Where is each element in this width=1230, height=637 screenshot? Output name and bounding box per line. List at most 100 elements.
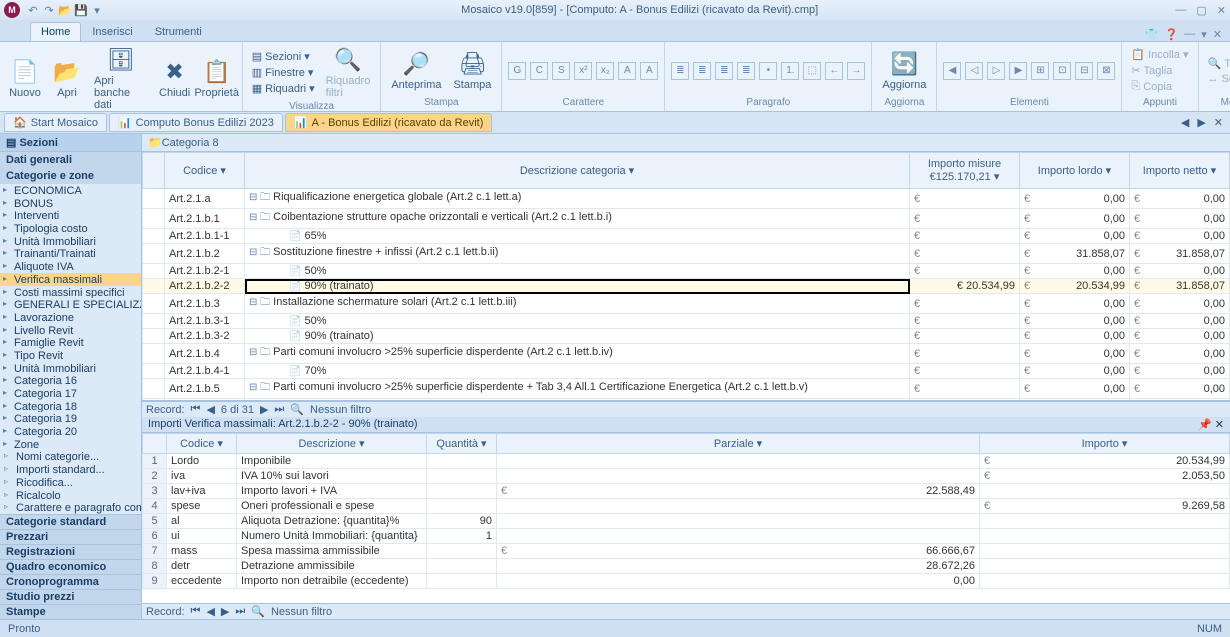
grid-row[interactable]: Art.2.1.a ⊟ 🗀Riqualificazione energetica… (143, 189, 1230, 209)
ribbon-button[interactable]: 📂Apri (48, 56, 86, 101)
subnav-filter-icon[interactable]: 🔍 (251, 605, 265, 618)
detail-row[interactable]: 2ivaIVA 10% sui lavori €2.053,50 (143, 469, 1230, 484)
detail-row[interactable]: 7massSpesa massima ammissibile €66.666,6… (143, 544, 1230, 559)
sidebar-item[interactable]: Tipologia costo (0, 222, 141, 235)
elem-button[interactable]: ⊟ (1075, 62, 1093, 80)
ribbon-button[interactable]: ✂Taglia (1128, 63, 1191, 78)
subcol-parz[interactable]: Parziale ▾ (497, 434, 980, 454)
ribbon-button[interactable]: 📋Proprietà (198, 56, 236, 101)
nav-last-icon[interactable]: ⏭ (274, 403, 284, 416)
sidebar-section[interactable]: Categorie e zone (0, 168, 141, 184)
nav-prev-icon[interactable]: ◀ (206, 403, 214, 416)
elem-button[interactable]: ⊡ (1053, 62, 1071, 80)
para-button[interactable]: ≣ (737, 62, 755, 80)
col-misure[interactable]: Importo misure€125.170,21 ▾ (910, 153, 1020, 189)
ribbon-button[interactable]: ▤Sezioni ▾ (249, 49, 318, 64)
grid-row[interactable]: Art.2.1.b.4 ⊟ 🗀Parti comuni involucro >2… (143, 344, 1230, 364)
grid-row[interactable]: Art.2.1.b.3 ⊟ 🗀Installazione schermature… (143, 294, 1230, 314)
detail-row[interactable]: 4speseOneri professionali e spese €9.269… (143, 499, 1230, 514)
doc-tab-control[interactable]: ▶ (1194, 116, 1208, 129)
detail-row[interactable]: 9eccedenteImporto non detraibile (eccede… (143, 574, 1230, 589)
para-button[interactable]: • (759, 62, 777, 80)
qat-button[interactable]: 💾 (74, 3, 88, 17)
doc-tab-control[interactable]: ◀ (1178, 116, 1192, 129)
nav-first-icon[interactable]: ⏮ (191, 403, 201, 416)
subcol-imp[interactable]: Importo ▾ (980, 434, 1230, 454)
grid-row[interactable]: Art.2.1.b.1-1 📄65% €0,00 €0,00 (143, 229, 1230, 244)
sidebar-item[interactable]: Costi massimi specifici (0, 286, 141, 299)
sidebar-item[interactable]: Zone (0, 438, 141, 451)
char-button[interactable]: x₂ (596, 62, 614, 80)
ribbon-button[interactable]: 🔎Anteprima (387, 48, 445, 93)
char-button[interactable]: A (618, 62, 636, 80)
col-netto[interactable]: Importo netto ▾ (1130, 153, 1230, 189)
window-button[interactable]: ▢ (1196, 4, 1206, 17)
qat-button[interactable]: 📂 (58, 3, 72, 17)
ribbon-help-icon[interactable]: 👕 (1145, 28, 1159, 41)
sidebar-command[interactable]: Nomi categorie... (0, 450, 141, 463)
ribbon-button[interactable]: 🖨Stampa (449, 48, 495, 93)
ribbon-tab[interactable]: Strumenti (144, 22, 213, 41)
document-tab[interactable]: 📊Computo Bonus Edilizi 2023 (109, 113, 283, 132)
nav-filter-icon[interactable]: 🔍 (290, 403, 304, 416)
doc-tab-control[interactable]: ✕ (1211, 116, 1226, 129)
grid-row[interactable]: Art.2.1.b.2-1 📄50% €0,00 €0,00 (143, 264, 1230, 279)
sidebar-item[interactable]: Categoria 20 (0, 425, 141, 438)
refresh-button[interactable]: 🔄Aggiorna (878, 48, 930, 93)
col-codice[interactable]: Codice ▾ (165, 153, 245, 189)
ribbon-button[interactable]: 🗄Apri banche dati (90, 44, 152, 113)
sidebar-item[interactable]: Trainanti/Trainati (0, 247, 141, 260)
sidebar-item[interactable]: BONUS (0, 197, 141, 210)
detail-row[interactable]: 3lav+ivaImporto lavori + IVA €22.588,49 (143, 484, 1230, 499)
detail-row[interactable]: 8detrDetrazione ammissibile 28.672,26 (143, 559, 1230, 574)
char-button[interactable]: G (508, 62, 526, 80)
sidebar-item[interactable]: Tipo Revit (0, 349, 141, 362)
category-grid[interactable]: Codice ▾ Descrizione categoria ▾ Importo… (142, 152, 1230, 401)
sidebar-item[interactable]: Verifica massimali (0, 273, 141, 286)
subcol-codice[interactable]: Codice ▾ (167, 434, 237, 454)
sidebar-footer-item[interactable]: Quadro economico (0, 559, 141, 574)
sidebar-item[interactable]: ECONOMICA (0, 184, 141, 197)
window-button[interactable]: — (1175, 4, 1186, 17)
grid-row[interactable]: Art.2.1.b.3-1 📄50% €0,00 €0,00 (143, 314, 1230, 329)
grid-row[interactable]: Art.2.1.b.2 ⊟ 🗀Sostituzione finestre + i… (143, 244, 1230, 264)
qat-button[interactable]: ↷ (42, 3, 56, 17)
para-button[interactable]: ← (825, 62, 843, 80)
grid-row[interactable]: Art.2.1.b.2-2 📄90% (trainato) € 20.534,9… (143, 279, 1230, 294)
ribbon-tab[interactable]: Home (30, 22, 81, 41)
para-button[interactable]: 1. (781, 62, 799, 80)
ribbon-tab[interactable]: Inserisci (81, 22, 143, 41)
nav-next-icon[interactable]: ▶ (260, 403, 268, 416)
detail-row[interactable]: 6uiNumero Unità Immobiliari: {quantita} … (143, 529, 1230, 544)
sidebar-command[interactable]: Importi standard... (0, 463, 141, 476)
ribbon-button[interactable]: ▦Riquadri ▾ (249, 81, 318, 96)
sidebar-footer-item[interactable]: Cronoprogramma (0, 574, 141, 589)
ribbon-button[interactable]: ⎘Copia (1128, 79, 1191, 94)
char-button[interactable]: S (552, 62, 570, 80)
ribbon-help-icon[interactable]: ❓ (1165, 28, 1179, 41)
detail-row[interactable]: 1LordoImponibile €20.534,99 (143, 454, 1230, 469)
subnav-first-icon[interactable]: ⏮ (191, 605, 201, 618)
ribbon-button[interactable]: ▥Finestre ▾ (249, 65, 318, 80)
grid-row[interactable]: Art.2.1.b.1 ⊟ 🗀Coibentazione strutture o… (143, 209, 1230, 229)
subnav-prev-icon[interactable]: ◀ (206, 605, 214, 618)
sidebar-command[interactable]: Ricodifica... (0, 476, 141, 489)
sidebar-section[interactable]: Dati generali (0, 152, 141, 168)
ribbon-help-icon[interactable]: ▾ (1201, 28, 1207, 41)
subcol-qta[interactable]: Quantità ▾ (427, 434, 497, 454)
sidebar-item[interactable]: Unità Immobiliari (0, 362, 141, 375)
sidebar-item[interactable]: Categoria 19 (0, 412, 141, 425)
ribbon-button[interactable]: 🔍Riquadro filtri (322, 44, 375, 101)
ribbon-button[interactable]: ↔Sostituisci (1205, 72, 1230, 86)
col-desc[interactable]: Descrizione categoria ▾ (245, 153, 910, 189)
window-button[interactable]: ✕ (1217, 4, 1226, 17)
sidebar-item[interactable]: GENERALI E SPECIALIZZATE (0, 298, 141, 311)
sidebar-item[interactable]: Famiglie Revit (0, 336, 141, 349)
ribbon-button[interactable]: 🔍Trova ▾ (1205, 56, 1230, 71)
subnav-next-icon[interactable]: ▶ (221, 605, 229, 618)
sidebar-footer-item[interactable]: Registrazioni (0, 544, 141, 559)
elem-button[interactable]: ⊠ (1097, 62, 1115, 80)
sidebar-item[interactable]: Interventi (0, 209, 141, 222)
sidebar-item[interactable]: Lavorazione (0, 311, 141, 324)
ribbon-help-icon[interactable]: ✕ (1213, 28, 1222, 41)
